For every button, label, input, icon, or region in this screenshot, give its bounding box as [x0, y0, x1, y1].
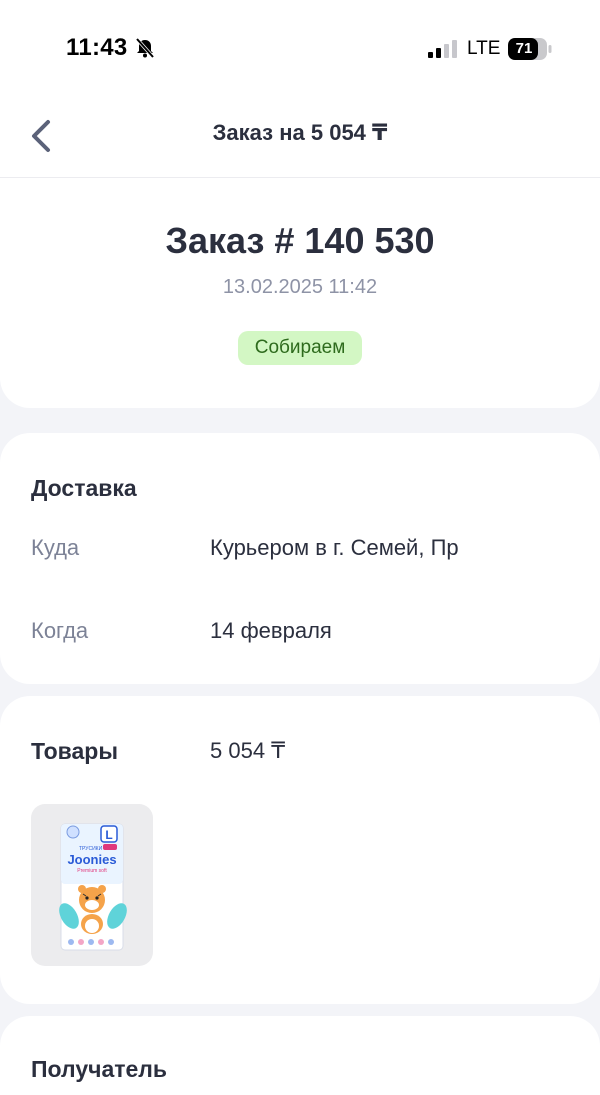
order-number: Заказ # 140 530 [165, 220, 435, 261]
svg-text:Joonies: Joonies [67, 852, 116, 867]
signal-icon [428, 40, 457, 58]
delivery-title: Доставка [31, 475, 137, 501]
page-title: Заказ на 5 054 ₸ [212, 120, 388, 145]
delivery-card: Доставка Куда Курьером в г. Семей, Пр Ко… [0, 433, 600, 684]
delivery-when-value: 14 февраля [210, 618, 332, 643]
products-card: Товары 5 054 ₸ L ТРУСИКИ Joonies Premium… [0, 696, 600, 1004]
products-title: Товары [31, 738, 118, 764]
delivery-where-value[interactable]: Курьером в г. Семей, Пр [210, 535, 530, 561]
order-header-card: Заказ # 140 530 13.02.2025 11:42 Собирае… [0, 178, 600, 408]
delivery-where-label: Куда [31, 535, 80, 560]
svg-text:Premium soft: Premium soft [77, 868, 107, 874]
order-date: 13.02.2025 11:42 [222, 276, 378, 298]
status-time: 11:43 [66, 34, 128, 61]
network-label: LTE [467, 38, 501, 59]
product-thumbnail[interactable]: L ТРУСИКИ Joonies Premium soft [31, 804, 153, 966]
svg-text:L: L [105, 828, 112, 842]
status-bar: 11:43 LTE 71 [0, 0, 600, 100]
recipient-card: Получатель [0, 1016, 600, 1095]
diaper-pack-image: L ТРУСИКИ Joonies Premium soft [59, 823, 127, 951]
bell-muted-icon [135, 37, 155, 59]
recipient-title: Получатель [31, 1056, 168, 1082]
nav-bar: Заказ на 5 054 ₸ [0, 100, 600, 178]
products-total: 5 054 ₸ [210, 738, 286, 763]
delivery-when-label: Когда [31, 618, 89, 643]
battery-level: 71 [515, 40, 533, 57]
status-badge: Собираем [238, 331, 362, 365]
